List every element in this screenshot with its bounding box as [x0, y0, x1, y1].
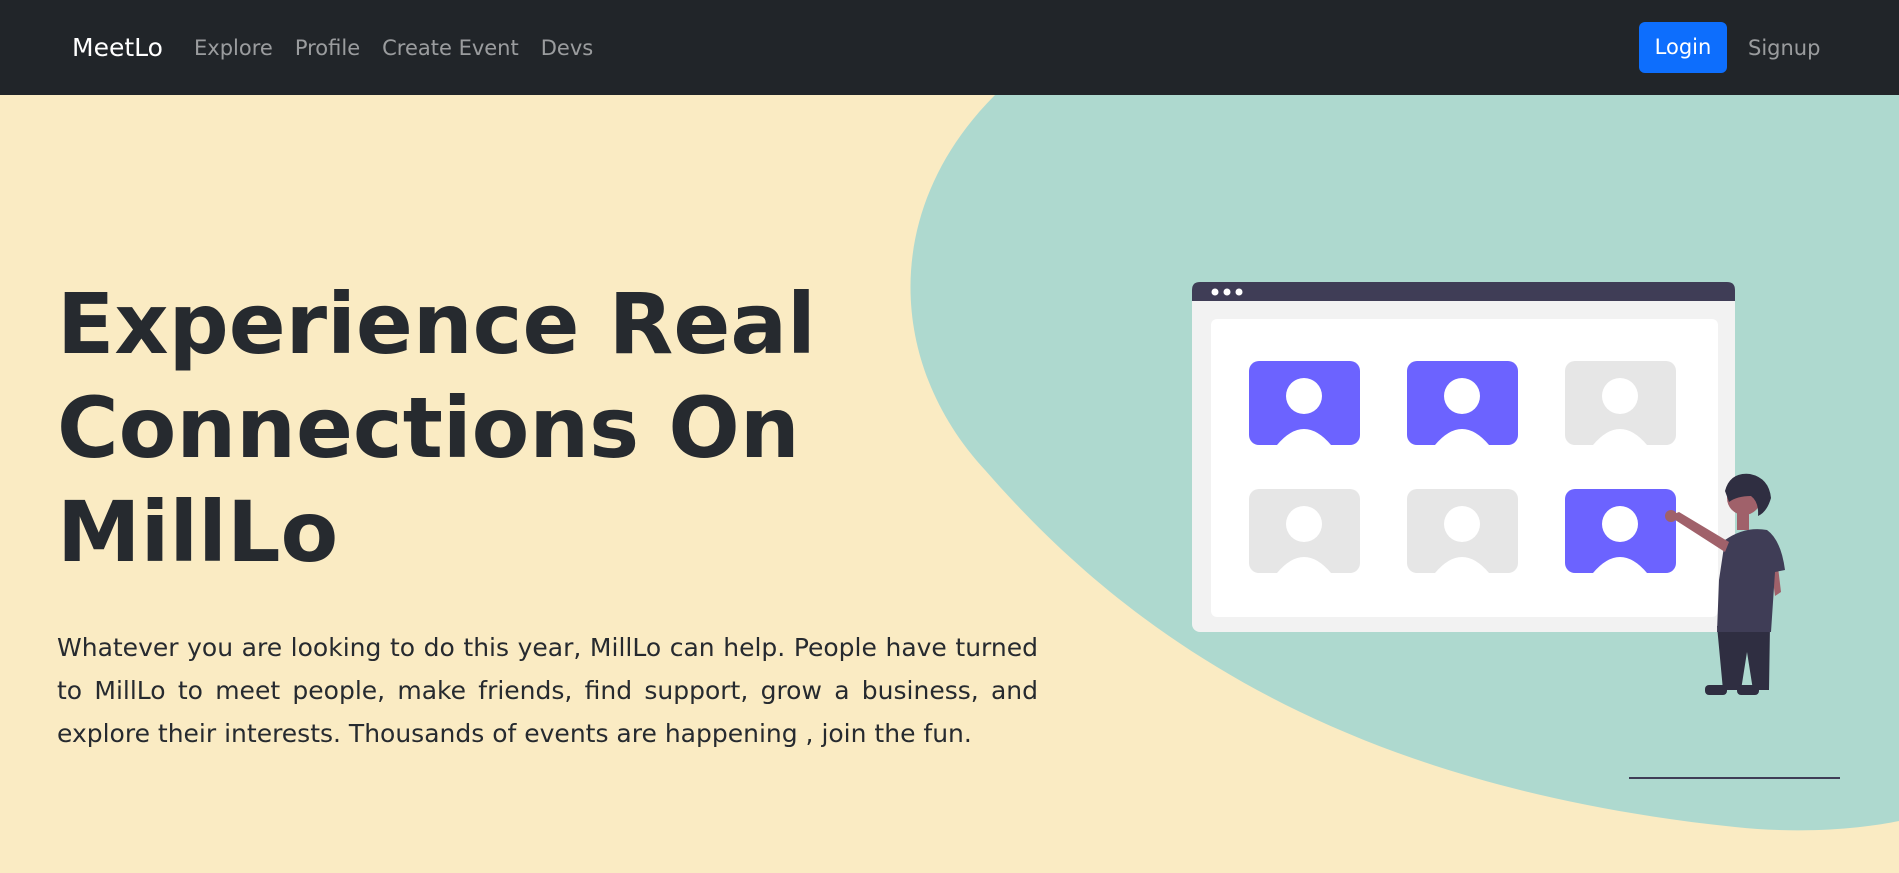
- nav-links: Explore Profile Create Event Devs: [194, 34, 593, 62]
- signup-link[interactable]: Signup: [1748, 34, 1820, 62]
- participant-tile-1: [1249, 361, 1360, 445]
- participant-tile-6: [1565, 489, 1676, 573]
- hero-section: Experience Real Connections On MillLo Wh…: [0, 95, 1899, 873]
- nav-link-explore[interactable]: Explore: [194, 34, 273, 62]
- top-navbar: MeetLo Explore Profile Create Event Devs…: [0, 0, 1899, 95]
- participant-tile-3: [1565, 361, 1676, 445]
- nav-link-profile[interactable]: Profile: [295, 34, 360, 62]
- video-conference-illustration: [1192, 282, 1840, 779]
- participant-tile-4: [1249, 489, 1360, 573]
- nav-link-create-event[interactable]: Create Event: [382, 34, 519, 62]
- hero-intro-text: Whatever you are looking to do this year…: [57, 633, 1038, 748]
- hero-headline: Experience Real Connections On MillLo: [57, 275, 816, 581]
- participant-tile-2: [1407, 361, 1518, 445]
- browser-window-icon: [1192, 282, 1735, 632]
- participant-tile-5: [1407, 489, 1518, 573]
- nav-link-devs[interactable]: Devs: [541, 34, 593, 62]
- brand-logo[interactable]: MeetLo: [72, 32, 163, 64]
- login-button[interactable]: Login: [1639, 22, 1727, 73]
